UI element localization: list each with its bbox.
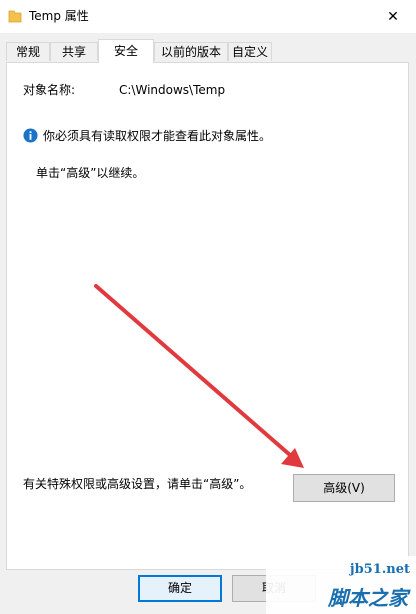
- tab-sharing[interactable]: 共享: [50, 42, 98, 61]
- watermark-site: jb51.net: [349, 562, 410, 577]
- tab-label: 常规: [15, 45, 40, 59]
- folder-icon: [8, 10, 22, 23]
- tab-previous-versions[interactable]: 以前的版本: [154, 42, 228, 61]
- ok-button-label: 确定: [167, 581, 192, 595]
- watermark: jb51.net 脚本之家: [266, 556, 416, 614]
- close-icon: ✕: [387, 8, 399, 25]
- advanced-button[interactable]: 高级(V): [293, 474, 395, 502]
- title-bar: Temp 属性 ✕: [0, 0, 416, 33]
- info-message: 你必须具有读取权限才能查看此对象属性。: [43, 129, 272, 143]
- advanced-button-label: 高级(V): [323, 481, 365, 495]
- ok-button[interactable]: 确定: [138, 575, 222, 602]
- continue-hint: 单击“高级”以继续。: [36, 166, 145, 180]
- tab-security[interactable]: 安全: [98, 39, 154, 63]
- tab-label: 安全: [113, 44, 138, 58]
- tab-customize[interactable]: 自定义: [228, 42, 272, 61]
- advanced-hint: 有关特殊权限或高级设置，请单击“高级”。: [23, 477, 252, 491]
- security-panel: 对象名称: C:\Windows\Temp 你必须具有读取权限才能查看此对象属性…: [6, 62, 409, 570]
- tab-general[interactable]: 常规: [6, 42, 50, 61]
- tab-label: 自定义: [231, 45, 268, 59]
- window-title: Temp 属性: [29, 9, 89, 23]
- close-button[interactable]: ✕: [370, 0, 416, 33]
- properties-dialog: 常规 共享 安全 以前的版本 自定义 对象名称: C:\Windows\Temp…: [0, 33, 416, 614]
- tab-label: 以前的版本: [160, 45, 221, 59]
- object-name-value: C:\Windows\Temp: [119, 83, 226, 97]
- watermark-name: 脚本之家: [328, 586, 408, 610]
- info-icon: [23, 128, 38, 143]
- object-name-label: 对象名称:: [23, 83, 76, 97]
- tab-label: 共享: [61, 45, 86, 59]
